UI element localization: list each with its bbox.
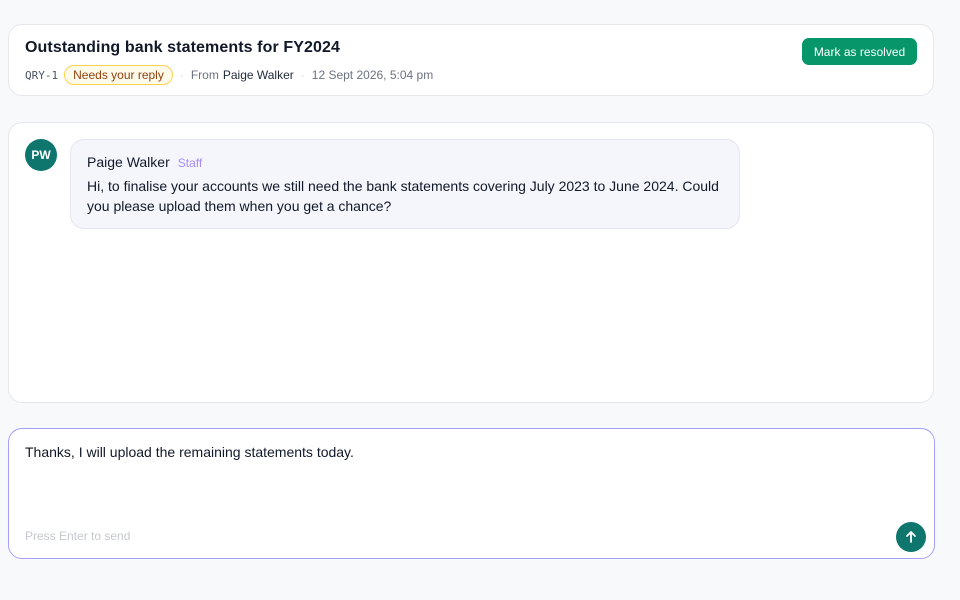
avatar: PW [25, 139, 57, 171]
reply-composer: Thanks, I will upload the remaining stat… [8, 428, 935, 559]
from-name: Paige Walker [222, 68, 294, 82]
query-ref: QRY-1 [25, 68, 59, 82]
query-meta: QRY-1 Needs your reply · From Paige Walk… [25, 65, 433, 85]
arrow-up-icon [904, 530, 918, 544]
message-text: Hi, to finalise your accounts we still n… [87, 178, 719, 214]
query-timestamp: 12 Sept 2026, 5:04 pm [311, 68, 434, 82]
send-button[interactable] [896, 522, 926, 552]
message-sender: Paige Walker [87, 154, 170, 170]
separator-dot: · [179, 68, 184, 82]
query-header: Outstanding bank statements for FY2024 Q… [8, 24, 934, 96]
message-bubble: Paige Walker Staff Hi, to finalise your … [70, 139, 740, 229]
send-hint: Press Enter to send [25, 529, 131, 543]
separator-dot: · [300, 68, 305, 82]
from-label: From [190, 68, 219, 82]
message-thread: PW Paige Walker Staff Hi, to finalise yo… [8, 122, 934, 403]
reply-input[interactable]: Thanks, I will upload the remaining stat… [25, 443, 885, 503]
message-header: Paige Walker Staff [87, 154, 723, 170]
status-badge: Needs your reply [64, 65, 173, 85]
mark-resolved-button[interactable]: Mark as resolved [802, 38, 917, 65]
sender-role-badge: Staff [177, 156, 203, 170]
query-title: Outstanding bank statements for FY2024 [25, 39, 340, 56]
